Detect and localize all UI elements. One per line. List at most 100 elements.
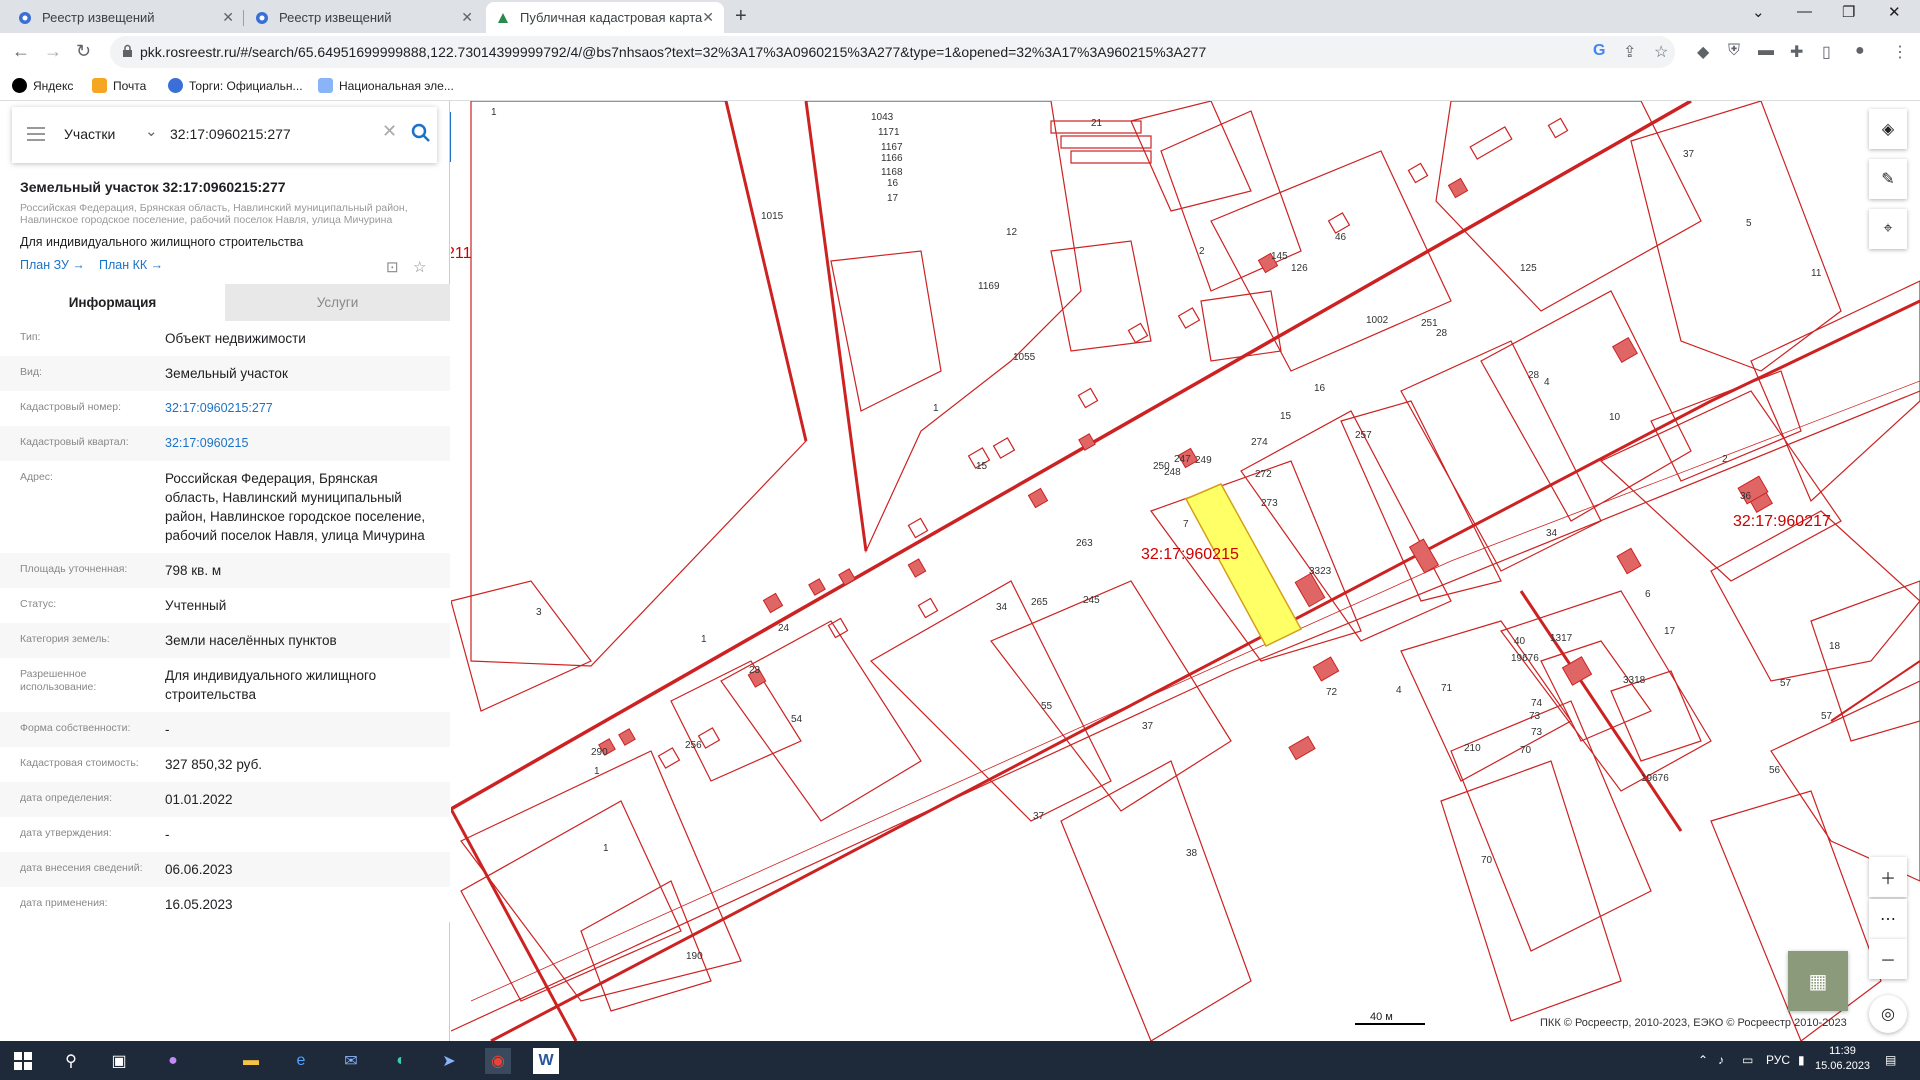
google-icon[interactable]: G: [1593, 42, 1605, 60]
parcel-number-label: 57: [1780, 678, 1792, 689]
compass-icon[interactable]: ◎: [1869, 995, 1907, 1033]
minimize-icon[interactable]: —: [1797, 3, 1812, 20]
maximize-icon[interactable]: ❐: [1842, 3, 1855, 21]
parcel-number-label: 1002: [1366, 315, 1389, 326]
parcel-number-label: 40: [1514, 636, 1526, 647]
windows-taskbar: ⚲ ▣ ● ▬ e ✉ ◐ ➤ ◉ W ⌃ ♪ ▭ РУС ▮ 11:39 15.…: [0, 1041, 1920, 1080]
parcel-number-label: 18: [1829, 641, 1841, 652]
layers-icon[interactable]: ◈: [1869, 109, 1907, 149]
browser-tab-active[interactable]: Публичная кадастровая карта ✕: [486, 2, 724, 33]
tab-information[interactable]: Информация: [0, 284, 225, 321]
search-input[interactable]: 32:17:0960215:277: [170, 126, 291, 142]
bookmark-item[interactable]: Торги: Официальн...: [168, 78, 303, 93]
info-row-label: Кадастровый квартал:: [20, 436, 129, 448]
parcel-number-label: 2: [1199, 246, 1205, 257]
info-row-value: Для индивидуального жилищного строительс…: [165, 668, 377, 702]
close-tab-icon[interactable]: ✕: [702, 9, 714, 26]
favorite-star-icon[interactable]: ☆: [413, 258, 426, 276]
close-tab-icon[interactable]: ✕: [461, 9, 473, 26]
search-type-select[interactable]: Участки: [64, 126, 115, 142]
new-tab-icon[interactable]: +: [735, 5, 747, 28]
parcel-number-label: 19676: [1511, 653, 1539, 664]
word-icon[interactable]: W: [533, 1048, 559, 1074]
parcel-number-label: 126: [1291, 263, 1308, 274]
puzzle-icon[interactable]: ✚: [1790, 42, 1803, 62]
parcel-number-label: 46: [1335, 232, 1347, 243]
parcel-use: Для индивидуального жилищного строительс…: [20, 235, 304, 249]
volume-icon[interactable]: ♪: [1718, 1053, 1724, 1067]
clock[interactable]: 11:39 15.06.2023: [1815, 1044, 1870, 1074]
bookmark-item[interactable]: Почта: [92, 78, 146, 93]
bookmark-item[interactable]: Яндекс: [12, 78, 73, 93]
notifications-icon[interactable]: ▤: [1885, 1053, 1896, 1067]
parcel-number-label: 1168: [881, 167, 903, 178]
close-tab-icon[interactable]: ✕: [222, 9, 234, 26]
cortana-icon[interactable]: ●: [160, 1048, 186, 1074]
parcel-number-label: 10: [1609, 412, 1621, 423]
parcel-number-label: 17: [887, 193, 899, 204]
parcel-number-label: 1: [933, 403, 939, 414]
shield-icon[interactable]: ⛨: [1728, 42, 1740, 60]
internet-explorer-icon[interactable]: e: [288, 1048, 314, 1074]
parcel-number-label: 273: [1261, 498, 1278, 509]
windows-start-icon[interactable]: [10, 1048, 36, 1074]
search-icon[interactable]: [410, 122, 432, 144]
extension-icon[interactable]: ▬: [1758, 42, 1774, 60]
address-bar[interactable]: pkk.rosreestr.ru/#/search/65.64951699999…: [110, 36, 1675, 68]
plan-zu-link[interactable]: План ЗУ →: [20, 258, 85, 272]
bookmark-item[interactable]: Национальная эле...: [318, 78, 454, 93]
parcel-number-label: 256: [685, 740, 702, 751]
more-icon[interactable]: ⋯: [1869, 899, 1907, 939]
clear-icon[interactable]: ✕: [382, 121, 397, 142]
locate-icon[interactable]: ⌖: [1869, 209, 1907, 249]
browser-tab[interactable]: Реестр извещений ✕: [245, 2, 483, 33]
ruler-icon[interactable]: ✎: [1869, 159, 1907, 199]
browser-tab[interactable]: Реестр извещений ✕: [8, 2, 244, 33]
link-icon: [318, 78, 333, 93]
search-icon[interactable]: ⚲: [58, 1048, 84, 1074]
info-row: Форма собственности: -: [0, 712, 450, 747]
cadastral-map[interactable]: 1 1015 1043 1171 1167 1166 1168 16 17 12 1169 1055 1…: [451, 101, 1920, 1041]
bookmark-star-icon[interactable]: ☆: [1654, 42, 1668, 62]
share-icon[interactable]: ⇪: [1623, 42, 1636, 62]
plan-kk-link[interactable]: План КК →: [99, 258, 163, 272]
menu-icon[interactable]: ⋮: [1892, 42, 1908, 62]
file-explorer-icon[interactable]: ▬: [238, 1048, 264, 1074]
edge-icon[interactable]: ◐: [388, 1048, 414, 1074]
info-row-label: Тип:: [20, 331, 41, 343]
forward-icon[interactable]: →: [44, 41, 62, 62]
parcel-number-label: 6: [1645, 589, 1651, 600]
tray-chevron-icon[interactable]: ⌃: [1698, 1053, 1708, 1067]
reload-icon[interactable]: ↻: [76, 41, 91, 62]
task-view-icon[interactable]: ▣: [106, 1048, 132, 1074]
extension-icon[interactable]: ◆: [1697, 42, 1709, 62]
info-row-value: 327 850,32 руб.: [165, 757, 263, 772]
mail-icon[interactable]: ✉: [338, 1048, 364, 1074]
app-icon[interactable]: ➤: [436, 1048, 462, 1074]
tab-services[interactable]: Услуги: [225, 284, 450, 321]
menu-icon[interactable]: [27, 127, 45, 145]
zoom-in-icon[interactable]: ＋: [1869, 857, 1907, 897]
battery-icon[interactable]: ▮: [1798, 1053, 1805, 1067]
info-row: Адрес: Российская Федерация, Брянская обл…: [0, 461, 450, 553]
back-icon[interactable]: ←: [12, 41, 30, 62]
info-row-link[interactable]: 32:17:0960215:277: [145, 391, 435, 426]
side-panel-icon[interactable]: ▯: [1822, 42, 1831, 62]
chevron-down-icon[interactable]: ⌄: [145, 122, 158, 140]
basemap-switch[interactable]: ▦: [1788, 951, 1848, 1011]
profile-icon[interactable]: ●: [1855, 42, 1865, 60]
parcel-number-label: 1166: [881, 153, 903, 164]
language-indicator[interactable]: РУС: [1766, 1053, 1790, 1067]
map-canvas[interactable]: 1101510431171116711661168161712116910551…: [451, 101, 1920, 1041]
selected-parcel[interactable]: [1184, 483, 1303, 647]
zoom-out-icon[interactable]: －: [1869, 939, 1907, 979]
attribution: ПКК © Росреестр, 2010-2023, ЕЭКО © Росре…: [1540, 1017, 1847, 1029]
info-row-link[interactable]: 32:17:0960215: [145, 426, 435, 461]
chrome-icon[interactable]: ◉: [485, 1048, 511, 1074]
parcel-number-label: 24: [778, 623, 790, 634]
close-window-icon[interactable]: ✕: [1888, 3, 1901, 21]
network-icon[interactable]: ▭: [1742, 1053, 1753, 1067]
parcel-number-label: 37: [1142, 721, 1154, 732]
tab-search-icon[interactable]: ⌄: [1752, 3, 1765, 21]
zoom-to-object-icon[interactable]: ⊡: [386, 258, 399, 276]
